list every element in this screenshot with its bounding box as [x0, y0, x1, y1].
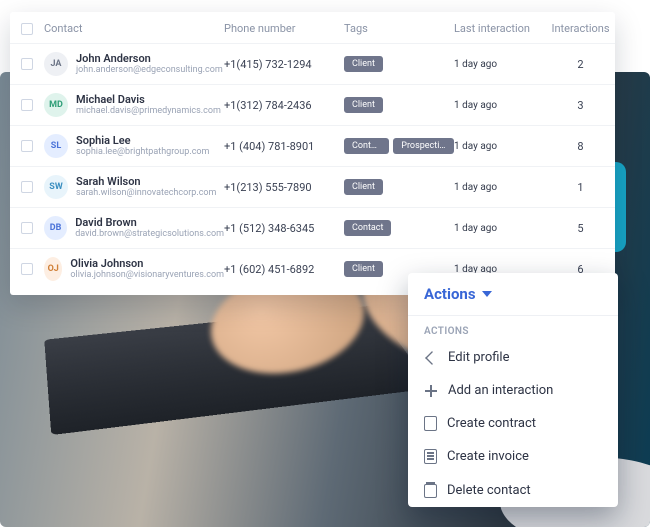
row-checkbox[interactable]	[21, 99, 33, 111]
last-interaction: 1 day ago	[454, 141, 546, 152]
action-item-label: Edit profile	[448, 350, 510, 365]
action-item-label: Delete contact	[447, 483, 531, 498]
actions-button[interactable]: Actions	[408, 273, 618, 316]
actions-button-label: Actions	[424, 285, 476, 303]
last-interaction: 1 day ago	[454, 100, 546, 111]
action-item-label: Add an interaction	[448, 383, 553, 398]
table-row[interactable]: JA John Andersonjohn.anderson@edgeconsult…	[10, 43, 615, 84]
doc-icon	[424, 416, 437, 431]
interactions-count: 1	[546, 181, 615, 194]
action-edit-profile[interactable]: Edit profile	[408, 341, 618, 374]
col-contact: Contact	[44, 22, 224, 35]
tags-cell: Client	[344, 97, 454, 113]
contact-name: John Anderson	[76, 52, 223, 65]
tag-pill: Contact	[344, 220, 391, 236]
avatar: SW	[44, 175, 68, 199]
tag-pill: Client	[344, 261, 383, 277]
contact-email: david.brown@strategicsolutions.com	[75, 229, 224, 240]
phone-number: +1 (404) 781-8901	[224, 140, 344, 153]
last-interaction: 1 day ago	[454, 182, 546, 193]
col-phone: Phone number	[224, 22, 344, 35]
avatar: OJ	[44, 257, 62, 281]
tag-pill: Client	[344, 179, 383, 195]
phone-number: +1(213) 555-7890	[224, 181, 344, 194]
col-tags: Tags	[344, 22, 454, 35]
interactions-count: 8	[546, 140, 615, 153]
tags-cell: Contact	[344, 220, 454, 236]
avatar: SL	[44, 134, 68, 158]
tag-pill: Client	[344, 97, 383, 113]
phone-number: +1(415) 732-1294	[224, 58, 344, 71]
actions-menu: Actions ACTIONS Edit profile Add an inter…	[408, 273, 618, 507]
row-checkbox[interactable]	[21, 181, 33, 193]
tag-pill: Contact	[344, 138, 389, 154]
chevron-down-icon	[482, 291, 492, 297]
tags-cell: Client	[344, 56, 454, 72]
last-interaction: 1 day ago	[454, 59, 546, 70]
avatar: DB	[44, 216, 67, 240]
interactions-count: 3	[546, 99, 615, 112]
phone-number: +1 (602) 451-6892	[224, 263, 344, 276]
table-row[interactable]: DB David Browndavid.brown@strategicsoluti…	[10, 207, 615, 248]
row-checkbox[interactable]	[21, 222, 33, 234]
action-create-invoice[interactable]: Create invoice	[408, 440, 618, 473]
avatar: MD	[44, 93, 68, 117]
phone-number: +1 (512) 348-6345	[224, 222, 344, 235]
contact-email: sarah.wilson@innovatechcorp.com	[76, 188, 216, 199]
contact-email: sophia.lee@brightpathgroup.com	[76, 147, 209, 158]
contact-email: michael.davis@primedynamics.com	[76, 106, 221, 117]
contact-name: Sarah Wilson	[76, 175, 216, 188]
table-body: JA John Andersonjohn.anderson@edgeconsult…	[10, 43, 615, 289]
table-row[interactable]: MD Michael Davismichael.davis@primedynami…	[10, 84, 615, 125]
contact-email: john.anderson@edgeconsulting.com	[76, 65, 223, 76]
action-item-label: Create contract	[447, 416, 536, 431]
interactions-count: 2	[546, 58, 615, 71]
tags-cell: ContactProspectiv…	[344, 138, 454, 154]
contact-name: Olivia Johnson	[70, 257, 224, 270]
trash-icon	[424, 484, 437, 498]
avatar: JA	[44, 52, 68, 76]
row-checkbox[interactable]	[21, 58, 33, 70]
col-last: Last interaction	[454, 22, 546, 35]
tag-pill: Client	[344, 56, 383, 72]
invoice-icon	[424, 449, 437, 464]
actions-section-label: ACTIONS	[408, 316, 618, 341]
contact-email: olivia.johnson@visionaryventures.com	[70, 270, 224, 281]
table-row[interactable]: SL Sophia Leesophia.lee@brightpathgroup.c…	[10, 125, 615, 166]
action-create-contract[interactable]: Create contract	[408, 407, 618, 440]
pen-icon	[424, 351, 438, 365]
contact-name: David Brown	[75, 216, 224, 229]
contact-name: Sophia Lee	[76, 134, 209, 147]
phone-number: +1(312) 784-2436	[224, 99, 344, 112]
col-interactions: Interactions	[546, 22, 615, 35]
action-add-an-interaction[interactable]: Add an interaction	[408, 374, 618, 407]
contact-name: Michael Davis	[76, 93, 221, 106]
row-checkbox[interactable]	[21, 263, 33, 275]
select-all-checkbox[interactable]	[21, 23, 33, 35]
row-checkbox[interactable]	[21, 140, 33, 152]
plus-icon	[424, 384, 438, 398]
contacts-table-card: Contact Phone number Tags Last interacti…	[10, 12, 615, 295]
action-item-label: Create invoice	[447, 449, 529, 464]
interactions-count: 5	[546, 222, 615, 235]
tags-cell: Client	[344, 179, 454, 195]
action-delete-contact[interactable]: Delete contact	[408, 473, 618, 507]
table-header: Contact Phone number Tags Last interacti…	[10, 12, 615, 43]
table-row[interactable]: SW Sarah Wilsonsarah.wilson@innovatechcor…	[10, 166, 615, 207]
last-interaction: 1 day ago	[454, 223, 546, 234]
tag-pill: Prospectiv…	[393, 138, 454, 154]
